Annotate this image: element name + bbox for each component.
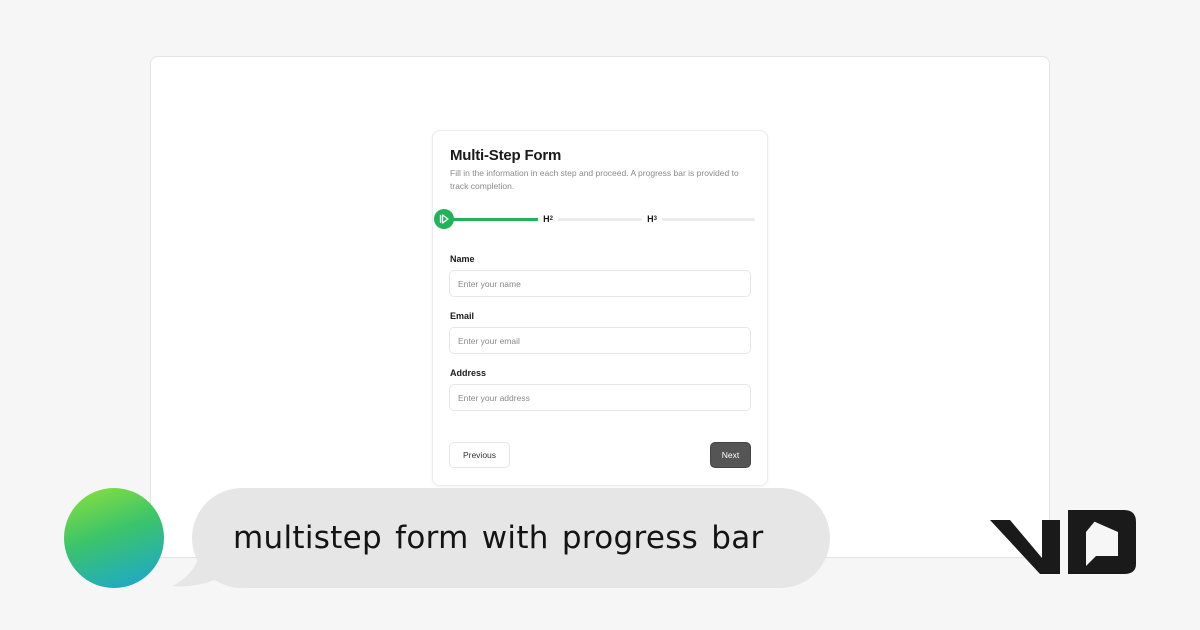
play-icon — [439, 214, 449, 224]
v0-logo — [990, 510, 1136, 574]
stage: Multi-Step Form Fill in the information … — [0, 0, 1200, 630]
form-description: Fill in the information in each step and… — [450, 168, 739, 191]
progress-track — [443, 218, 755, 221]
progress-fill — [443, 218, 546, 221]
previous-button[interactable]: Previous — [449, 442, 510, 468]
next-button[interactable]: Next — [710, 442, 751, 468]
progress-bar: H2 H3 — [433, 209, 769, 229]
name-label: Name — [450, 254, 475, 264]
multi-step-form-card: Multi-Step Form Fill in the information … — [432, 130, 768, 486]
prompt-text: multistep form with progress bar — [233, 520, 764, 556]
prompt-bubble: multistep form with progress bar — [192, 488, 830, 588]
step-3-sub: 3 — [653, 216, 657, 222]
email-label: Email — [450, 311, 475, 321]
address-label: Address — [450, 368, 487, 378]
address-input[interactable] — [449, 384, 751, 411]
step-1-indicator[interactable] — [434, 209, 454, 229]
form-title: Multi-Step Form — [450, 147, 562, 164]
step-2-indicator[interactable]: H2 — [538, 209, 558, 229]
name-input[interactable] — [449, 270, 751, 297]
user-avatar — [64, 488, 164, 588]
step-3-indicator[interactable]: H3 — [642, 209, 662, 229]
step-2-sub: 2 — [549, 216, 553, 222]
email-input[interactable] — [449, 327, 751, 354]
